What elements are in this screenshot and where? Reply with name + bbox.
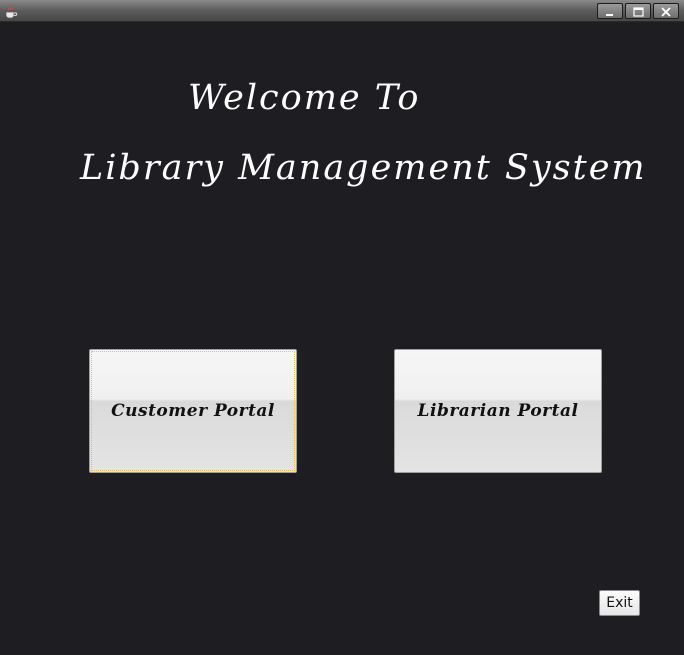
minimize-button[interactable]	[597, 3, 623, 19]
librarian-portal-button[interactable]: Librarian Portal	[394, 349, 602, 473]
window-title-bar[interactable]	[0, 0, 684, 22]
close-icon	[661, 2, 671, 21]
minimize-icon	[605, 2, 615, 21]
java-coffee-icon	[4, 4, 18, 19]
exit-button[interactable]: Exit	[599, 590, 640, 616]
close-button[interactable]	[653, 3, 679, 19]
welcome-heading: Welcome To	[188, 78, 421, 118]
customer-portal-button[interactable]: Customer Portal	[89, 349, 297, 473]
maximize-icon	[632, 2, 644, 21]
system-title: Library Management System	[80, 148, 647, 188]
maximize-button[interactable]	[625, 3, 651, 19]
